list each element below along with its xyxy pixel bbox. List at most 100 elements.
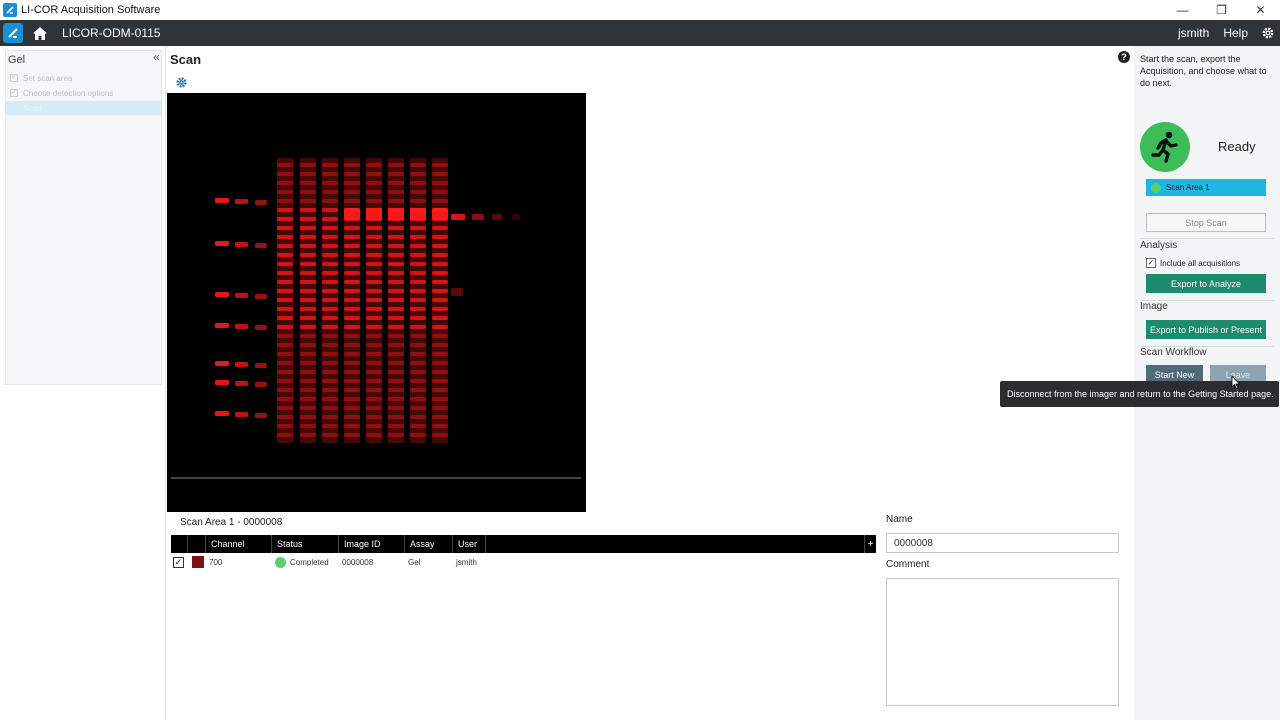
column-header[interactable]: Status xyxy=(271,535,338,553)
ladder-band xyxy=(235,412,248,417)
faint-band xyxy=(492,214,502,220)
lane-band xyxy=(344,226,360,230)
column-header[interactable]: Image ID xyxy=(338,535,404,553)
lane-band xyxy=(432,388,448,392)
lane-band xyxy=(410,388,426,392)
step-label: Choose detection options xyxy=(23,88,114,98)
app-logo-icon[interactable] xyxy=(3,23,23,43)
lane-band xyxy=(300,343,316,347)
lane-band xyxy=(277,334,293,338)
lane-band xyxy=(432,163,448,167)
collapse-icon[interactable]: « xyxy=(153,50,160,64)
lane-band xyxy=(432,199,448,203)
column-header[interactable]: Channel xyxy=(205,535,271,553)
include-all-row[interactable]: ✓ Include all acquisitions xyxy=(1146,258,1240,268)
close-button[interactable]: ✕ xyxy=(1241,0,1280,20)
lane-band xyxy=(344,388,360,392)
include-all-checkbox[interactable]: ✓ xyxy=(1146,258,1156,268)
gel-scan-image[interactable] xyxy=(167,93,586,512)
lane-band xyxy=(277,415,293,419)
lane-band xyxy=(410,433,426,437)
lane-band xyxy=(410,253,426,257)
lane-band xyxy=(344,307,360,311)
row-checkbox[interactable]: ✓ xyxy=(173,556,184,568)
name-field[interactable]: 0000008 xyxy=(886,533,1119,553)
lane-band xyxy=(388,370,404,374)
lane-band xyxy=(410,424,426,428)
minimize-button[interactable]: — xyxy=(1163,0,1202,20)
step-detection-options[interactable]: ✓ Choose detection options xyxy=(6,86,161,100)
lane-band xyxy=(366,163,382,167)
stop-scan-button[interactable]: Stop Scan xyxy=(1146,213,1266,232)
divider xyxy=(1140,238,1274,239)
lane-band xyxy=(322,253,338,257)
lane-band xyxy=(388,298,404,302)
table-row[interactable]: ✓ 700 Completed 0000008 Gel jsmith xyxy=(171,553,876,571)
lane-band xyxy=(322,361,338,365)
user-cell: jsmith xyxy=(456,557,477,567)
lane-band xyxy=(432,433,448,437)
lane-band xyxy=(344,181,360,185)
lane-band xyxy=(300,433,316,437)
lane-band xyxy=(388,172,404,176)
lane-band xyxy=(300,208,316,212)
lane-band xyxy=(388,262,404,266)
lane-band xyxy=(344,172,360,176)
add-column-button[interactable]: + xyxy=(864,535,876,553)
gear-icon[interactable] xyxy=(1260,25,1276,41)
lane-band xyxy=(277,244,293,248)
lane-band xyxy=(344,208,360,220)
export-to-analyze-button[interactable]: Export to Analyze xyxy=(1146,274,1266,293)
lane-band xyxy=(366,334,382,338)
lane-band xyxy=(300,181,316,185)
gel-bands xyxy=(171,158,581,479)
lane-band xyxy=(300,235,316,239)
column-header[interactable]: Assay xyxy=(404,535,452,553)
lane-band xyxy=(322,316,338,320)
lane-band xyxy=(344,334,360,338)
lane-band xyxy=(300,397,316,401)
home-icon[interactable] xyxy=(31,24,49,42)
lane-band xyxy=(432,172,448,176)
lane-band xyxy=(344,343,360,347)
scan-area-label: Scan Area 1 - 0000008 xyxy=(180,517,283,528)
lane-band xyxy=(366,235,382,239)
help-icon[interactable]: ? xyxy=(1118,51,1130,63)
export-to-publish-button[interactable]: Export to Publish or Present xyxy=(1146,320,1266,339)
step-set-scan-area[interactable]: ✓ Set scan area xyxy=(6,71,161,85)
lane-band xyxy=(388,271,404,275)
page-title: Scan xyxy=(170,52,202,67)
step-scan[interactable]: Scan xyxy=(6,101,161,115)
check-icon: ✓ xyxy=(10,74,18,82)
lane-band xyxy=(322,271,338,275)
comment-field[interactable] xyxy=(886,578,1119,706)
lane-band xyxy=(344,361,360,365)
lane-band xyxy=(300,388,316,392)
column-header[interactable]: User xyxy=(452,535,486,553)
cursor-icon xyxy=(1231,374,1241,390)
lane-band xyxy=(300,352,316,356)
restore-button[interactable]: ❐ xyxy=(1202,0,1241,20)
lane-band xyxy=(366,181,382,185)
ladder-band xyxy=(255,243,267,248)
step-label: Set scan area xyxy=(23,73,73,83)
user-menu[interactable]: jsmith xyxy=(1178,26,1209,40)
lane-band xyxy=(388,163,404,167)
help-menu[interactable]: Help xyxy=(1223,26,1248,40)
title-bar: LI-COR Acquisition Software — ❐ ✕ xyxy=(0,0,1280,20)
lane-band xyxy=(344,244,360,248)
lane-band xyxy=(366,352,382,356)
ladder-band xyxy=(215,292,229,297)
lane-band xyxy=(322,298,338,302)
gear-icon[interactable] xyxy=(175,76,188,89)
lane-band xyxy=(388,307,404,311)
lane-band xyxy=(410,370,426,374)
image-grid: Channel Status Image ID Assay User + ✓ 7… xyxy=(171,535,876,571)
image-section-title: Image xyxy=(1140,301,1168,312)
lane-band xyxy=(277,397,293,401)
lane-band xyxy=(277,226,293,230)
lane-band xyxy=(300,199,316,203)
lane-band xyxy=(277,253,293,257)
scan-area-chip[interactable]: Scan Area 1 xyxy=(1146,179,1266,196)
lane-band xyxy=(410,415,426,419)
